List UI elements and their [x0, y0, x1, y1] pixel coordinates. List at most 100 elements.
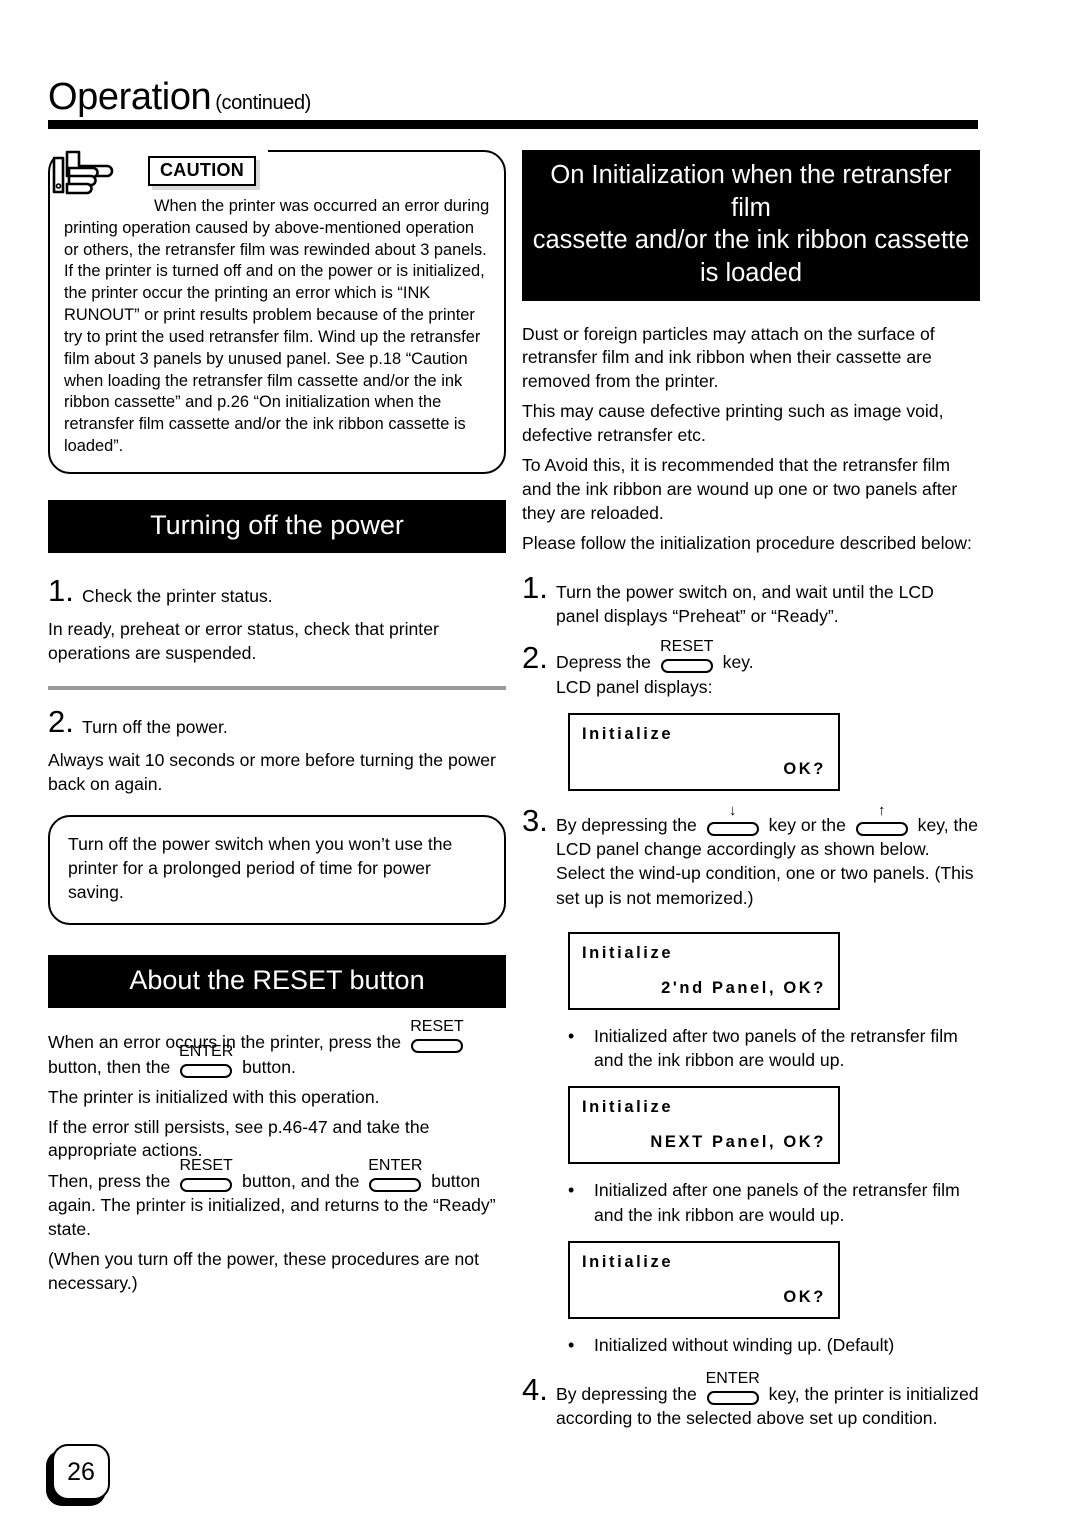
bullet-dot-3: •: [568, 1334, 575, 1355]
reset-key-icon-2: RESET: [178, 1158, 234, 1193]
bullet-dot-2: •: [568, 1180, 575, 1201]
init-step-3-text: By depressing the ↓ key or the ↑ key, th…: [556, 803, 980, 910]
bullet-dot-1: •: [568, 1025, 575, 1046]
init-step-2-text: Depress the RESET key. LCD panel display…: [556, 639, 754, 699]
init-bullet-1-text: Initialized after two panels of the retr…: [594, 1025, 958, 1071]
lcd-panel-3: Initialize NEXT Panel, OK?: [568, 1086, 840, 1165]
header-rule: [48, 120, 978, 129]
reset-paragraph-3: If the error still persists, see p.46-47…: [48, 1116, 430, 1161]
page-number-value: 26: [52, 1444, 110, 1500]
init-bullet-3-text: Initialized without winding up. (Default…: [594, 1334, 895, 1355]
init-step-4-text: By depressing the ENTER key, the printer…: [556, 1370, 980, 1431]
init-step-2-part-b: key.: [722, 652, 754, 673]
init-bullet-2-text: Initialized after one panels of the retr…: [594, 1180, 960, 1225]
init-step-1: 1. Turn the power switch on, and wait un…: [522, 572, 980, 629]
reset-p1-part-b: button, then the: [48, 1056, 171, 1077]
section-divider: [48, 685, 506, 690]
reset-p1-part-c: button.: [242, 1056, 296, 1077]
init-step-1-text: Turn the power switch on, and wait until…: [556, 581, 934, 627]
init-step-2: 2. Depress the RESET key. LCD panel disp…: [522, 639, 980, 699]
reset-key-label: RESET: [410, 1017, 464, 1035]
up-arrow-key-icon: ↑: [854, 803, 910, 836]
init-heading-line-2: cassette and/or the ink ribbon cassette: [532, 226, 970, 255]
init-step-3-number: 3.: [522, 802, 548, 838]
reset-key-icon-3: RESET: [659, 639, 715, 674]
reset-p4-part-a: Then, press the: [48, 1171, 171, 1192]
up-arrow-key-label: ↑: [878, 801, 886, 819]
init-step-4-number: 4.: [522, 1371, 548, 1407]
init-intro-2: This may cause defective printing such a…: [522, 401, 944, 446]
enter-key-icon: ENTER: [178, 1043, 234, 1078]
lcd-panel-1-line-1: Initialize: [582, 724, 674, 743]
power-step-2-body: Always wait 10 seconds or more before tu…: [48, 750, 496, 795]
caution-box: When the printer was occurred an error d…: [48, 150, 506, 474]
init-intro-1: Dust or foreign particles may attach on …: [522, 323, 935, 392]
reset-paragraph-2: The printer is initialized with this ope…: [48, 1086, 380, 1107]
enter-key-pill: [180, 1063, 233, 1078]
lcd-panel-3-line-2: NEXT Panel, OK?: [650, 1133, 826, 1152]
up-arrow-key-pill: [855, 821, 908, 836]
down-arrow-key-icon: ↓: [705, 803, 761, 836]
reset-key-icon: RESET: [409, 1018, 465, 1053]
init-bullet-2: • Initialized after one panels of the re…: [568, 1178, 980, 1227]
section-heading-turning-off-power: Turning off the power: [48, 499, 506, 553]
power-saving-note-box: Turn off the power switch when you won’t…: [48, 814, 506, 925]
reset-paragraph-4: Then, press the RESET button, and the EN…: [48, 1158, 506, 1242]
down-arrow-key-pill: [706, 821, 759, 836]
enter-key-pill-2: [369, 1178, 422, 1193]
left-column: When the printer was occurred an error d…: [48, 140, 506, 1302]
manual-page: Operation (continued) When the printer w…: [0, 0, 1080, 1528]
lcd-panel-4-line-2: OK?: [783, 1287, 826, 1306]
power-step-1-body: In ready, preheat or error status, check…: [48, 619, 439, 663]
power-saving-note-text: Turn off the power switch when you won’t…: [68, 833, 453, 902]
init-step-4-part-a: By depressing the: [556, 1383, 697, 1404]
reset-p4-part-b: button, and the: [242, 1171, 360, 1192]
page-title: Operation (continued): [48, 78, 978, 116]
reset-key-label-3: RESET: [660, 638, 714, 656]
lcd-panel-1-line-2: OK?: [783, 759, 826, 778]
enter-key-icon-2: ENTER: [367, 1158, 423, 1193]
section-heading-about-reset-button: About the RESET button: [48, 954, 506, 1008]
lcd-panel-1: Initialize OK?: [568, 712, 840, 791]
reset-key-pill-2: [180, 1178, 233, 1193]
page-header: Operation (continued): [48, 78, 978, 129]
power-step-2-number: 2.: [48, 703, 74, 739]
down-arrow-key-label: ↓: [728, 801, 737, 819]
enter-key-icon-3: ENTER: [705, 1370, 761, 1405]
enter-key-pill-3: [706, 1390, 759, 1405]
enter-key-label: ENTER: [179, 1042, 234, 1060]
pointing-hand-icon: [52, 142, 136, 198]
init-step-4: 4. By depressing the ENTER key, the prin…: [522, 1370, 980, 1431]
init-step-2-part-c: LCD panel displays:: [556, 676, 713, 697]
init-heading-line-3: is loaded: [699, 258, 803, 287]
init-step-3-part-a: By depressing the: [556, 814, 697, 835]
reset-key-pill-3: [660, 659, 713, 674]
lcd-panel-2-line-1: Initialize: [582, 943, 674, 962]
init-step-1-number: 1.: [522, 569, 548, 605]
reset-paragraph-1: When an error occurs in the printer, pre…: [48, 1018, 506, 1080]
right-column: On Initialization when the retransfer fi…: [522, 150, 980, 1440]
reset-key-label-2: RESET: [179, 1157, 233, 1175]
reset-paragraph-5: (When you turn off the power, these proc…: [48, 1249, 479, 1294]
enter-key-label-3: ENTER: [705, 1369, 760, 1387]
power-step-2: 2. Turn off the power.: [48, 706, 506, 739]
lcd-panel-4-line-1: Initialize: [582, 1252, 674, 1271]
section-heading-initialization: On Initialization when the retransfer fi…: [522, 150, 980, 301]
init-intro-4: Please follow the initialization procedu…: [522, 532, 972, 553]
init-heading-line-1: On Initialization when the retransfer fi…: [550, 161, 952, 222]
lcd-panel-2: Initialize 2'nd Panel, OK?: [568, 931, 840, 1010]
init-step-3: 3. By depressing the ↓ key or the ↑ key,…: [522, 802, 980, 910]
power-step-1-title: Check the printer status.: [82, 585, 273, 606]
enter-key-label-2: ENTER: [368, 1157, 423, 1175]
init-bullet-1: • Initialized after two panels of the re…: [568, 1024, 980, 1073]
page-number-badge: 26: [46, 1444, 110, 1506]
lcd-panel-3-line-1: Initialize: [582, 1098, 674, 1117]
page-title-main: Operation: [48, 76, 212, 118]
power-step-1-number: 1.: [48, 572, 74, 608]
power-step-1: 1. Check the printer status.: [48, 575, 506, 608]
init-step-3-part-b: key or the: [768, 814, 846, 835]
init-intro-3: To Avoid this, it is recommended that th…: [522, 455, 958, 523]
lcd-panel-4: Initialize OK?: [568, 1240, 840, 1319]
caution-text: When the printer was occurred an error d…: [64, 197, 490, 455]
init-step-2-part-a: Depress the: [556, 652, 651, 673]
